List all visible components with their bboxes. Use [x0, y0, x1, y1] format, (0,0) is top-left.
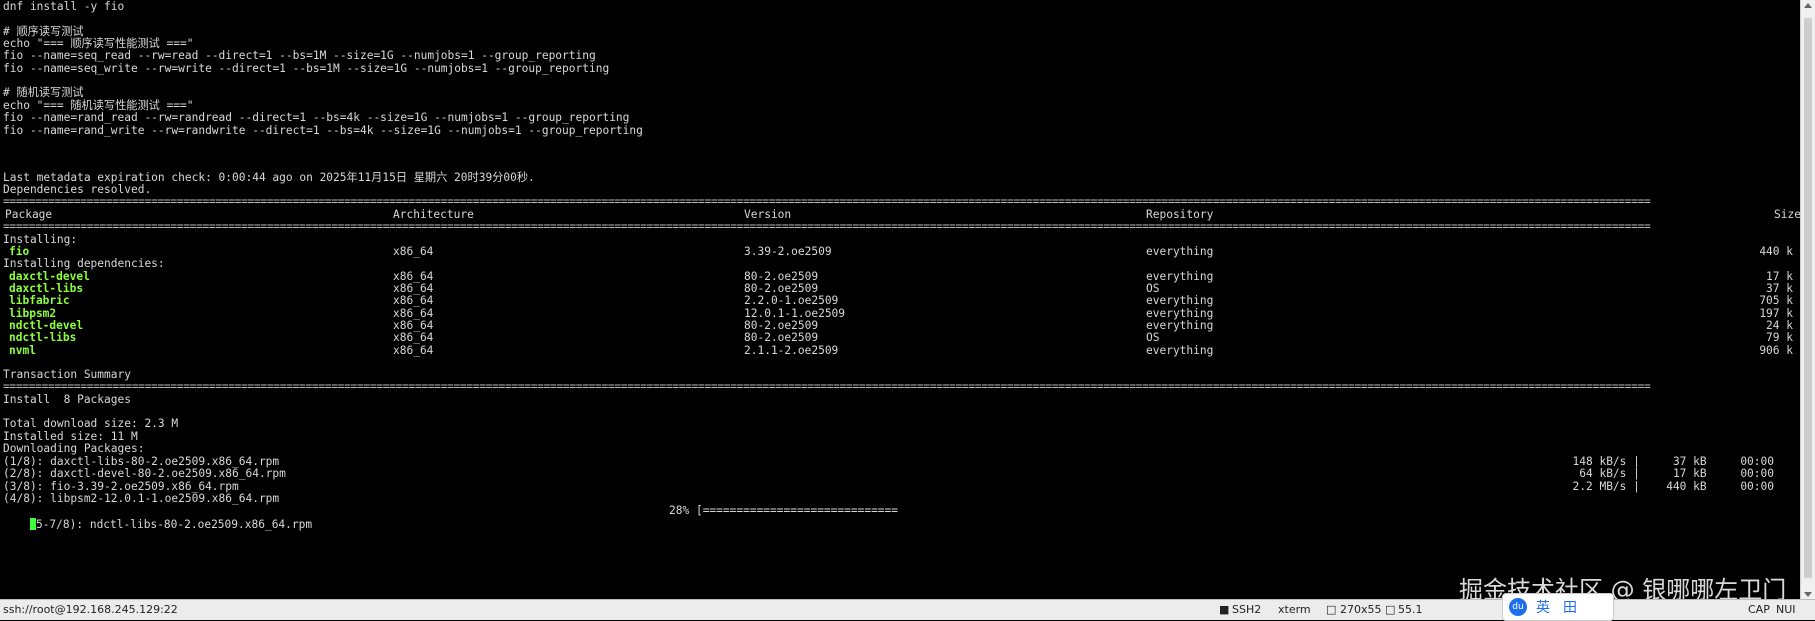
caps-lock-indicator: CAP: [1748, 603, 1770, 616]
download-speed: 148 kB/s: [1572, 455, 1627, 468]
package-repo: everything: [1146, 343, 1214, 357]
lock-icon: ■: [1219, 603, 1230, 616]
download-speed: 64 kB/s: [1579, 467, 1627, 481]
install-count: Install 8 Packages: [3, 393, 131, 406]
download-progress-bar: =============================: [702, 504, 899, 517]
package-version: 2.1.1-2.oe2509: [744, 343, 839, 357]
terminal-window[interactable]: dnf install -y fio # 顺序读写测试 echo "=== 顺序读写…: [3, 0, 1801, 600]
download-time: 00:00: [1740, 479, 1774, 493]
scroll-down-arrow-icon[interactable]: [1804, 592, 1812, 597]
terminal-size: 270x55: [1340, 603, 1382, 616]
cursor-position: 55.1: [1398, 603, 1423, 616]
baidu-ime-icon[interactable]: du: [1509, 598, 1527, 616]
download-speed: 2.2 MB/s: [1572, 479, 1627, 493]
ime-toolbar[interactable]: du 英 田: [1502, 593, 1614, 621]
download-file: (1/8): daxctl-libs-80-2.oe2509.x86_64.rp…: [3, 455, 280, 468]
num-lock-indicator: NUI: [1776, 603, 1796, 616]
connection-info: ssh://root@192.168.245.129:22: [3, 603, 178, 616]
script-line: fio --name=rand_write --rw=randwrite --d…: [3, 123, 643, 137]
package-name: nvml: [9, 343, 36, 357]
download-time: 00:00: [1740, 455, 1774, 468]
scroll-up-arrow-icon[interactable]: [1804, 3, 1812, 8]
table-row: nvml x86_64 2.1.1-2.oe2509 everything 906 k: [3, 344, 1801, 358]
ime-language-toggle[interactable]: 英: [1536, 597, 1550, 617]
ime-grid-icon[interactable]: 田: [1563, 597, 1577, 617]
download-file: (3/8): fio-3.39-2.oe2509.x86_64.rpm: [3, 479, 239, 493]
package-arch: x86_64: [393, 343, 434, 357]
terminal-scrollbar[interactable]: [1800, 0, 1815, 600]
scroll-thumb[interactable]: [1804, 18, 1812, 578]
position-icon: □: [1385, 603, 1396, 616]
current-download-row: 5-7/8): ndctl-libs-80-2.oe2509.x86_64.rp…: [3, 504, 1801, 531]
size-icon: □: [1326, 603, 1337, 616]
download-file: (2/8): daxctl-devel-80-2.oe2509.x86_64.r…: [3, 467, 286, 481]
terminal-type: xterm: [1278, 603, 1311, 616]
package-size: 906 k: [1759, 343, 1793, 357]
current-download-file: 5-7/8): ndctl-libs-80-2.oe2509.x86_64.rp…: [35, 518, 313, 532]
protocol: SSH2: [1232, 603, 1262, 616]
download-percent: 28% [: [669, 504, 703, 517]
download-time: 00:00: [1740, 467, 1774, 481]
